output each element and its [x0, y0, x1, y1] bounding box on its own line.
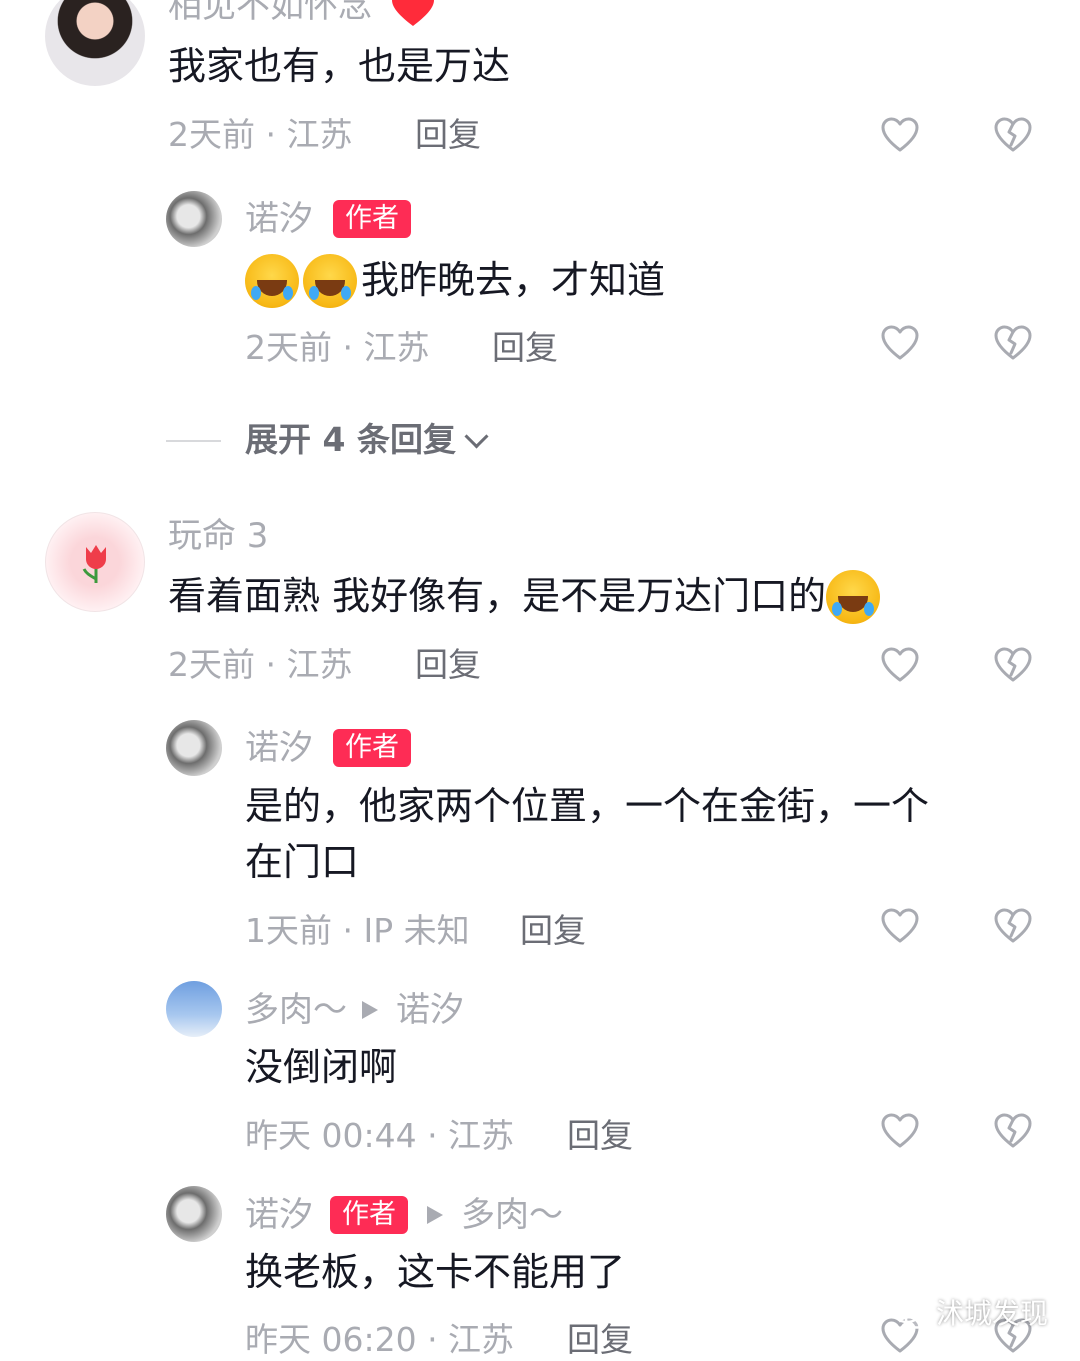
author-badge: 作者 [330, 1196, 408, 1234]
author-badge: 作者 [333, 729, 411, 767]
wechat-icon [892, 1300, 930, 1329]
comment-meta: 2天前 · 江苏 [168, 645, 353, 684]
teary-eyed-emoji [826, 569, 881, 624]
heart-icon[interactable] [880, 906, 920, 946]
watermark: 沭城发现 [892, 1292, 1048, 1332]
divider [166, 440, 221, 442]
heart-icon[interactable] [880, 323, 920, 363]
expand-replies-button[interactable]: 展开 4 条回复 [245, 420, 489, 460]
comment-text: 换老板，这卡不能用了 [245, 1250, 626, 1294]
avatar[interactable] [166, 981, 222, 1037]
red-heart-emoji [392, 0, 434, 26]
comment-text-body: 看着面熟 我好像有，是不是万达门口的 [168, 574, 827, 618]
reply-to-username[interactable]: 多肉～ [461, 1195, 563, 1235]
reply-button[interactable]: 回复 [520, 911, 586, 951]
username[interactable]: 相见不如怀念 [168, 0, 372, 26]
broken-heart-icon[interactable] [993, 906, 1033, 946]
comment-meta: 昨天 06:20 · 江苏 [245, 1320, 515, 1359]
author-badge: 作者 [333, 200, 411, 238]
username[interactable]: 玩命 3 [168, 516, 268, 556]
reply-button[interactable]: 回复 [567, 1116, 633, 1156]
avatar[interactable] [166, 1186, 222, 1242]
avatar[interactable] [45, 512, 145, 612]
broken-heart-icon[interactable] [993, 645, 1033, 685]
chevron-down-icon [464, 424, 489, 449]
reply-button[interactable]: 回复 [567, 1320, 633, 1360]
comment-text-line-2: 在门口 [245, 840, 360, 884]
reply-button[interactable]: 回复 [492, 328, 558, 368]
comment-meta: 2天前 · 江苏 [245, 328, 430, 367]
watermark-text: 沭城发现 [936, 1297, 1049, 1330]
heart-icon[interactable] [880, 1111, 920, 1151]
comment-text-line-1: 是的，他家两个位置，一个在金街，一个 [245, 784, 930, 828]
comment-meta: 昨天 00:44 · 江苏 [245, 1116, 515, 1155]
comment-text-body: 我昨晚去，才知道 [361, 258, 666, 302]
broken-heart-icon[interactable] [993, 323, 1033, 363]
comment-text: 没倒闭啊 [245, 1045, 398, 1089]
tulip-icon [82, 545, 106, 583]
heart-icon[interactable] [880, 115, 920, 155]
laugh-cry-emoji [303, 253, 357, 308]
comment-text: 看着面熟 我好像有，是不是万达门口的 [168, 568, 884, 626]
comment-meta: 2天前 · 江苏 [168, 115, 353, 154]
laugh-cry-emoji [245, 253, 299, 308]
reply-to-username[interactable]: 诺汐 [396, 990, 464, 1030]
avatar[interactable] [166, 191, 222, 247]
broken-heart-icon[interactable] [993, 115, 1033, 155]
broken-heart-icon[interactable] [993, 1111, 1033, 1151]
comment-text: 我昨晚去，才知道 [245, 252, 665, 310]
avatar[interactable] [166, 720, 222, 776]
username[interactable]: 诺汐 [245, 199, 313, 239]
avatar[interactable] [45, 0, 145, 86]
username[interactable]: 诺汐 [245, 1195, 313, 1235]
username[interactable]: 多肉～ [245, 990, 347, 1030]
reply-to-arrow-icon [362, 1001, 378, 1019]
heart-icon[interactable] [880, 645, 920, 685]
expand-replies-label: 展开 4 条回复 [245, 420, 456, 459]
comment-text: 我家也有，也是万达 [168, 44, 511, 88]
comment-meta: 1天前 · IP 未知 [245, 911, 470, 950]
username[interactable]: 诺汐 [245, 728, 313, 768]
reply-button[interactable]: 回复 [415, 115, 481, 155]
reply-button[interactable]: 回复 [415, 645, 481, 685]
reply-to-arrow-icon [427, 1206, 443, 1224]
